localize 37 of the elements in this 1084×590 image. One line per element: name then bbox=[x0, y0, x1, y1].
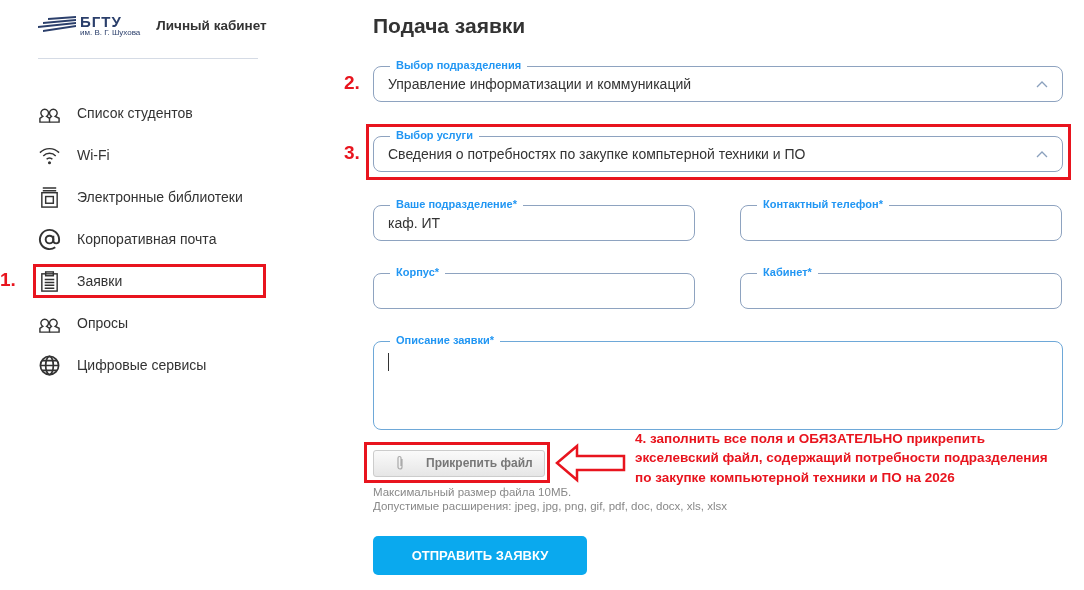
logo-lines-icon bbox=[38, 16, 76, 34]
page-title: Подача заявки bbox=[373, 14, 527, 38]
cabinet-title: Личный кабинет bbox=[156, 17, 267, 33]
menu-item[interactable]: Список студентов bbox=[77, 105, 193, 121]
globe-icon bbox=[38, 353, 61, 377]
book-icon bbox=[38, 185, 61, 209]
paperclip-icon bbox=[396, 455, 404, 471]
instruction-note: 4. заполнить все поля и ОБЯЗАТЕЛЬНО прикрепить экселевский файл, содержащий потребности подразделения по закупке компьютерной техники и ПО на 2026 bbox=[635, 429, 1049, 487]
hint-text: Допустимые расширения: jpeg, jpg, png, gif, pdf, doc, docx, xls, xlsx bbox=[373, 499, 728, 513]
select-value: Сведения о потребностях по закупке компьтерной техники и ПО bbox=[388, 146, 807, 162]
select-value: Управление информатизации и коммуникаций bbox=[388, 76, 693, 92]
field-label: Ваше подразделение* bbox=[390, 198, 523, 210]
menu-item[interactable]: Wi-Fi bbox=[77, 147, 110, 163]
attach-file-button[interactable]: Прикрепить файл bbox=[373, 449, 545, 477]
field-label: Контактный телефон* bbox=[757, 198, 889, 210]
logo-name: БГТУ bbox=[80, 13, 123, 29]
menu-item[interactable]: Цифровые сервисы bbox=[77, 357, 207, 373]
hint-text: Максимальный размер файла 10МБ. bbox=[373, 485, 573, 499]
field-label: Кабинет* bbox=[757, 266, 818, 278]
menu-item[interactable]: Опросы bbox=[77, 315, 129, 331]
field-value: каф. ИТ bbox=[388, 215, 442, 231]
pointer-arrow bbox=[555, 443, 627, 483]
field-label: Описание заявки* bbox=[390, 334, 501, 346]
menu-item[interactable]: Заявки bbox=[77, 273, 123, 289]
step-number: 3. bbox=[344, 142, 360, 164]
menu-item[interactable]: Электронные библиотеки bbox=[77, 189, 243, 205]
step-number: 2. bbox=[344, 72, 360, 94]
logo-subtitle: им. В. Г. Шухова bbox=[80, 28, 141, 37]
chevron-up-icon bbox=[1036, 150, 1048, 158]
field-label: Корпус* bbox=[390, 266, 446, 278]
field-label: Выбор подразделения bbox=[390, 59, 528, 71]
menu-item[interactable]: Корпоративная почта bbox=[77, 231, 217, 247]
at-sign-icon bbox=[38, 227, 61, 251]
clipboard-icon bbox=[38, 269, 61, 293]
step-number: 1. bbox=[0, 269, 16, 291]
chevron-up-icon bbox=[1036, 80, 1048, 88]
field-label: Выбор услуги bbox=[390, 129, 479, 141]
